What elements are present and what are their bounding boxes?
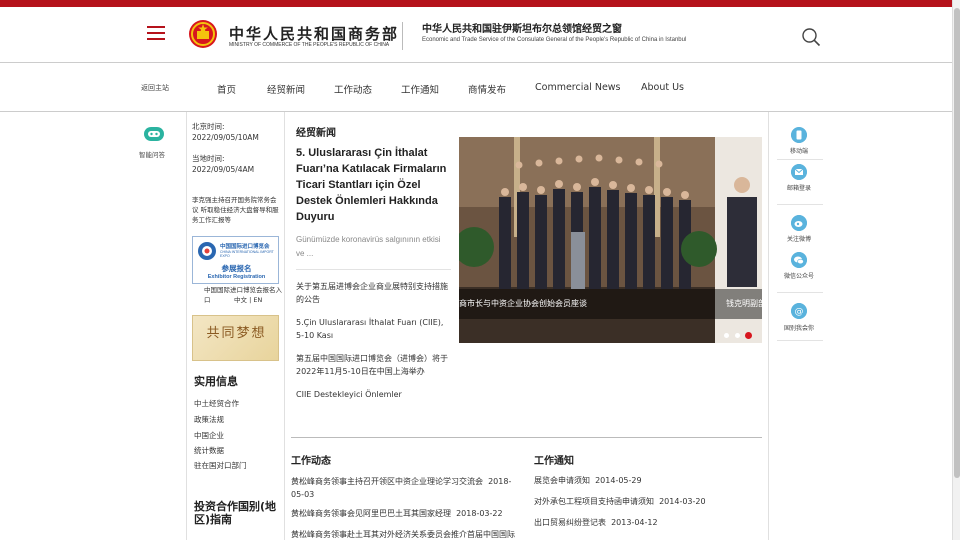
investment-guide-title[interactable]: 投资合作国别(地区)指南: [194, 500, 279, 526]
ciie-name-cn: 中国国际进口博览会: [220, 244, 270, 250]
notice-item[interactable]: 出口贸易纠纷登记表 2013-04-12: [534, 516, 658, 529]
email-at-icon[interactable]: @: [791, 303, 807, 319]
notice-date: 2014-03-20: [659, 497, 706, 506]
nav-item-home[interactable]: 首页: [217, 82, 236, 96]
page-scrollbar[interactable]: [952, 0, 960, 540]
right-rail-label-mobile[interactable]: 移动端: [770, 146, 828, 155]
wechat-icon[interactable]: [791, 252, 807, 268]
smart-qa-label[interactable]: 智能问答: [139, 149, 165, 159]
news-link-1[interactable]: 关于第五届进博会企业商业展特别支持措施的公告: [296, 280, 451, 306]
header: 中华人民共和国商务部 MINISTRY OF COMMERCE OF THE P…: [0, 7, 960, 63]
notice-item[interactable]: 展览会申请须知 2014-05-29: [534, 474, 642, 487]
right-rail-divider: [777, 159, 823, 160]
language-links[interactable]: 中文 | EN: [234, 295, 262, 305]
site-title-en: Economic and Trade Service of the Consul…: [422, 37, 687, 43]
news-carousel[interactable]: 商市长与中资企业协会创始会员座谈 钱克明副部: [459, 137, 762, 343]
news-link-4[interactable]: CIIE Destekleyici Önlemler: [296, 388, 451, 401]
notice-title[interactable]: 展览会申请须知: [534, 476, 590, 485]
common-dream-banner[interactable]: 共同梦想: [192, 315, 279, 361]
right-rail-divider: [777, 340, 823, 341]
useful-link-cooperation[interactable]: 中土经贸合作: [194, 398, 239, 409]
left-rail: 智能问答: [127, 112, 186, 540]
hamburger-menu-icon[interactable]: [147, 26, 165, 42]
nav-item-about-us[interactable]: About Us: [641, 82, 684, 93]
headline-link[interactable]: 5. Uluslararası Çin İthalat Fuarı’na Kat…: [296, 145, 451, 225]
work-update-item[interactable]: 黄松峰商务领事赴土耳其对外经济关系委员会推介首届中国国际: [291, 528, 521, 540]
right-rail-label-wechat[interactable]: 微信公众号: [770, 271, 828, 280]
news-link-3[interactable]: 第五届中国国际进口博览会（进博会）将于2022年11月5-10日在中国上海举办: [296, 352, 451, 378]
national-emblem-icon: [189, 20, 217, 48]
right-rail-label-mail[interactable]: 邮箱登录: [770, 183, 828, 192]
work-update-title[interactable]: 黄松峰商务领事会见阿里巴巴土耳其国家经理: [291, 509, 451, 518]
nav-item-trade-news[interactable]: 经贸新闻: [267, 82, 305, 96]
robot-assistant-icon[interactable]: [143, 124, 165, 144]
right-rail-label-contact[interactable]: 国别我会你: [770, 323, 828, 332]
ciie-register-cn: 参展报名: [221, 264, 252, 273]
premier-news-link[interactable]: 李克强主持召开国务院常务会议 听取稳住经济大盘督导和服务工作汇报等: [192, 195, 282, 225]
ciie-register-en: Exhibitor Registration: [207, 274, 266, 280]
carousel-caption-2[interactable]: 钱克明副部: [726, 298, 762, 309]
header-divider: [402, 22, 403, 50]
headline-excerpt: Günümüzde koronavirüs salgınının etkisi …: [296, 235, 441, 258]
svg-text:@: @: [795, 307, 804, 317]
weibo-icon[interactable]: [791, 215, 807, 231]
carousel-dot-1[interactable]: [724, 333, 729, 338]
right-rail-divider: [777, 204, 823, 205]
mobile-icon[interactable]: [791, 127, 807, 143]
useful-link-chinese-companies[interactable]: 中国企业: [194, 430, 224, 441]
useful-link-statistics[interactable]: 统计数据: [194, 445, 224, 456]
main-nav: 返回主站 首页 经贸新闻 工作动态 工作通知 商情发布 Commercial N…: [0, 62, 960, 112]
local-time-value: 2022/09/05/4AM: [192, 165, 255, 174]
nav-item-business-info[interactable]: 商情发布: [468, 82, 506, 96]
right-rail-divider: [777, 292, 823, 293]
back-to-main-site-link[interactable]: 返回主站: [141, 83, 169, 93]
nav-item-work-notices[interactable]: 工作通知: [401, 82, 439, 96]
right-rail: 移动端 邮箱登录 关注微博 微信公众号 @ 国别我会你: [770, 112, 828, 540]
work-update-item[interactable]: 黄松峰商务领事主持召开领区中资企业理论学习交流会 2018-05-03: [291, 475, 521, 501]
scrollbar-thumb[interactable]: [954, 8, 960, 478]
work-update-date: 2018-03-22: [456, 509, 503, 518]
notice-item[interactable]: 对外承包工程项目支持函申请须知 2014-03-20: [534, 495, 706, 508]
work-notices-heading[interactable]: 工作通知: [534, 452, 574, 467]
news-divider: [296, 269, 451, 270]
ciie-name-en: CHINA INTERNATIONAL IMPORT EXPO: [220, 250, 274, 258]
mail-icon[interactable]: [791, 164, 807, 180]
nav-item-work-updates[interactable]: 工作动态: [334, 82, 372, 96]
search-icon[interactable]: [801, 27, 821, 47]
right-rail-label-weibo[interactable]: 关注微博: [770, 234, 828, 243]
work-updates-heading[interactable]: 工作动态: [291, 452, 331, 467]
useful-link-counterpart-departments[interactable]: 驻在国对口部门: [194, 460, 247, 471]
trade-news-heading: 经贸新闻: [296, 128, 336, 139]
work-update-title[interactable]: 黄松峰商务领事主持召开领区中资企业理论学习交流会: [291, 477, 483, 486]
notice-title[interactable]: 出口贸易纠纷登记表: [534, 518, 606, 527]
nav-item-commercial-news[interactable]: Commercial News: [535, 82, 621, 93]
ciie-registration-banner[interactable]: 中国国际进口博览会 CHINA INTERNATIONAL IMPORT EXP…: [192, 236, 279, 284]
carousel-dot-3[interactable]: [745, 332, 752, 339]
section-divider: [291, 437, 762, 438]
main-content: 经贸新闻 5. Uluslararası Çin İthalat Fuarı’n…: [284, 112, 769, 540]
notice-title[interactable]: 对外承包工程项目支持函申请须知: [534, 497, 654, 506]
useful-info-title: 实用信息: [194, 375, 238, 388]
side-column: 北京时间: 2022/09/05/10AM 当地时间: 2022/09/05/4…: [186, 112, 283, 540]
site-title-cn: 中华人民共和国驻伊斯坦布尔总领馆经贸之窗: [422, 24, 622, 35]
carousel-dot-2[interactable]: [735, 333, 740, 338]
top-red-bar: [0, 0, 960, 7]
work-update-title[interactable]: 黄松峰商务领事赴土耳其对外经济关系委员会推介首届中国国际: [291, 530, 515, 539]
carousel-caption-1[interactable]: 商市长与中资企业协会创始会员座谈: [459, 298, 587, 309]
beijing-time-value: 2022/09/05/10AM: [192, 133, 259, 142]
work-update-item[interactable]: 黄松峰商务领事会见阿里巴巴土耳其国家经理 2018-03-22: [291, 507, 521, 520]
ciie-logo-icon: [198, 242, 216, 260]
common-dream-text: 共同梦想: [206, 326, 267, 341]
ministry-logo-en: MINISTRY OF COMMERCE OF THE PEOPLE'S REP…: [229, 42, 390, 48]
carousel-caption-bar: 商市长与中资企业协会创始会员座谈 钱克明副部: [459, 289, 762, 319]
ministry-logo-cn[interactable]: 中华人民共和国商务部: [229, 23, 399, 44]
notice-date: 2013-04-12: [611, 518, 658, 527]
notice-date: 2014-05-29: [595, 476, 642, 485]
news-link-2[interactable]: 5.Çin Uluslararası İthalat Fuarı (CIIE),…: [296, 316, 451, 342]
useful-link-policies[interactable]: 政策法规: [194, 414, 224, 425]
